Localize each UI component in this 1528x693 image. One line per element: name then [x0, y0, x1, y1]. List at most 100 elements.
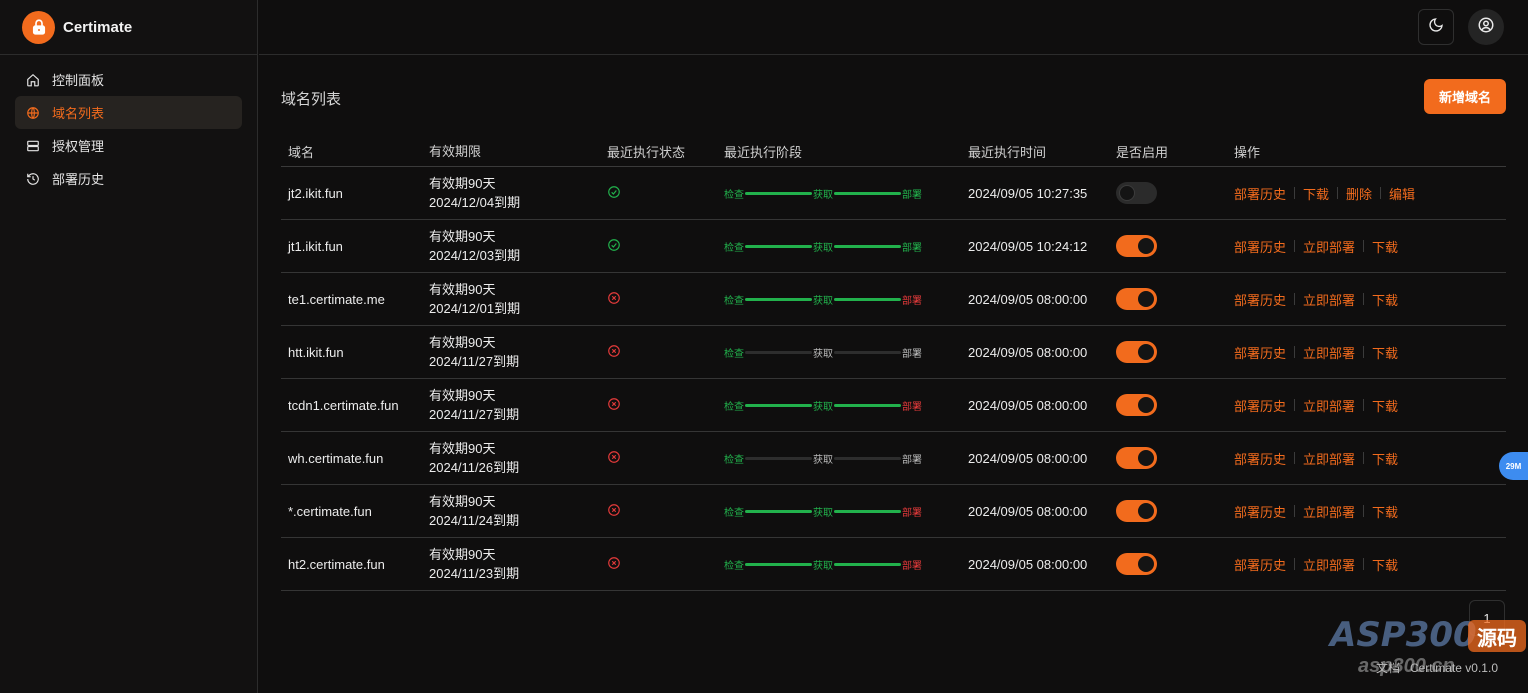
table-row: *.certimate.fun 有效期90天 2024/11/24到期 检查 获取 部署 2… [281, 485, 1506, 538]
validity-period: 有效期90天 [429, 547, 496, 562]
enable-toggle[interactable] [1116, 394, 1157, 416]
stage-label: 部署 [902, 560, 922, 572]
watermark-site: asp300.cn [1358, 655, 1455, 677]
enable-toggle[interactable] [1116, 447, 1157, 469]
enable-cell [1116, 500, 1234, 522]
row-action-link[interactable]: 立即部署 [1303, 343, 1355, 362]
sidebar-item-dashboard[interactable]: 控制面板 [15, 63, 242, 96]
watermark-logo: ASP300 [1330, 615, 1477, 655]
row-action-link[interactable]: 下载 [1372, 449, 1398, 468]
row-action-link[interactable]: 下载 [1372, 237, 1398, 256]
stage-connector [745, 244, 812, 248]
row-action-link[interactable]: 立即部署 [1303, 502, 1355, 521]
domain-cell: *.certimate.fun [288, 503, 372, 519]
domain-cell: te1.certimate.me [288, 291, 385, 307]
enable-toggle[interactable] [1116, 553, 1157, 575]
stage-connector [745, 297, 812, 301]
row-action-link[interactable]: 下载 [1372, 396, 1398, 415]
stage-cell: 检查 获取 部署 [724, 345, 968, 360]
floating-badge[interactable]: 29M [1499, 452, 1528, 480]
sidebar-item-history[interactable]: 部署历史 [15, 162, 242, 195]
time-cell: 2024/09/05 08:00:00 [968, 556, 1088, 572]
stage-label: 检查 [724, 348, 744, 360]
row-action-link[interactable]: 删除 [1346, 184, 1372, 203]
domain-cell: jt2.ikit.fun [288, 185, 343, 201]
stage-cell: 检查 获取 部署 [724, 504, 968, 519]
validity-period: 有效期90天 [429, 494, 496, 509]
validity-cell: 有效期90天 2024/12/03到期 [429, 227, 606, 265]
enable-toggle[interactable] [1116, 235, 1157, 257]
divider [1294, 293, 1296, 305]
row-action-link[interactable]: 立即部署 [1303, 290, 1355, 309]
row-action-link[interactable]: 编辑 [1389, 184, 1415, 203]
row-action-link[interactable]: 部署历史 [1234, 237, 1286, 256]
add-domain-button[interactable]: 新增域名 [1424, 79, 1506, 114]
stage-label: 部署 [902, 507, 922, 519]
theme-toggle-button[interactable] [1418, 9, 1454, 45]
table-body: jt2.ikit.fun 有效期90天 2024/12/04到期 检查 获取 部署 2024… [281, 167, 1506, 591]
stage-label: 获取 [813, 189, 833, 201]
row-action-link[interactable]: 下载 [1372, 555, 1398, 574]
row-action-link[interactable]: 部署历史 [1234, 555, 1286, 574]
row-action-link[interactable]: 立即部署 [1303, 237, 1355, 256]
divider [1363, 240, 1365, 252]
column-header: 域名 [288, 145, 315, 160]
divider [1363, 399, 1365, 411]
column-header: 是否启用 [1116, 145, 1169, 160]
row-action-link[interactable]: 部署历史 [1234, 449, 1286, 468]
x-circle-icon [607, 397, 621, 411]
stage-label: 部署 [902, 295, 922, 307]
x-circle-icon [607, 291, 621, 305]
row-action-link[interactable]: 立即部署 [1303, 555, 1355, 574]
time-cell: 2024/09/05 08:00:00 [968, 291, 1088, 307]
table-row: wh.certimate.fun 有效期90天 2024/11/26到期 检查 获取 部署… [281, 432, 1506, 485]
row-action-link[interactable]: 下载 [1372, 343, 1398, 362]
status-cell [606, 291, 724, 308]
domain-cell: jt1.ikit.fun [288, 238, 343, 254]
history-icon [25, 171, 41, 187]
expire-date: 2024/11/27到期 [429, 354, 520, 369]
table-row: jt2.ikit.fun 有效期90天 2024/12/04到期 检查 获取 部署 2024… [281, 167, 1506, 220]
enable-toggle[interactable] [1116, 288, 1157, 310]
row-action-link[interactable]: 下载 [1303, 184, 1329, 203]
stage-label: 获取 [813, 454, 833, 466]
user-menu-button[interactable] [1468, 9, 1504, 45]
row-action-link[interactable]: 部署历史 [1234, 290, 1286, 309]
x-circle-icon [607, 503, 621, 517]
sidebar-item-access[interactable]: 授权管理 [15, 129, 242, 162]
x-circle-icon [607, 344, 621, 358]
divider [1294, 399, 1296, 411]
row-action-link[interactable]: 立即部署 [1303, 396, 1355, 415]
time-cell: 2024/09/05 10:27:35 [968, 185, 1088, 201]
stage-progress: 检查 获取 部署 [724, 398, 922, 413]
row-action-link[interactable]: 下载 [1372, 502, 1398, 521]
row-action-link[interactable]: 部署历史 [1234, 184, 1286, 203]
row-action-link[interactable]: 部署历史 [1234, 502, 1286, 521]
enable-toggle[interactable] [1116, 500, 1157, 522]
row-action-link[interactable]: 立即部署 [1303, 449, 1355, 468]
row-action-link[interactable]: 部署历史 [1234, 396, 1286, 415]
sidebar-item-domains[interactable]: 域名列表 [15, 96, 242, 129]
validity-cell: 有效期90天 2024/11/23到期 [429, 545, 606, 583]
divider [1363, 346, 1365, 358]
validity-cell: 有效期90天 2024/12/01到期 [429, 280, 606, 318]
home-icon [25, 72, 41, 88]
expire-date: 2024/11/27到期 [429, 407, 520, 422]
enable-cell [1116, 553, 1234, 575]
validity-period: 有效期90天 [429, 282, 496, 297]
table-row: htt.ikit.fun 有效期90天 2024/11/27到期 检查 获取 部署 2024… [281, 326, 1506, 379]
stage-label: 部署 [902, 242, 922, 254]
validity-cell: 有效期90天 2024/12/04到期 [429, 174, 606, 212]
column-header: 最近执行阶段 [724, 145, 803, 160]
enable-toggle[interactable] [1116, 182, 1157, 204]
server-icon [25, 138, 41, 154]
divider [1294, 558, 1296, 570]
enable-toggle[interactable] [1116, 341, 1157, 363]
brand[interactable]: Certimate [0, 0, 257, 55]
row-action-link[interactable]: 部署历史 [1234, 343, 1286, 362]
stage-label: 获取 [813, 295, 833, 307]
row-action-link[interactable]: 下载 [1372, 290, 1398, 309]
validity-period: 有效期90天 [429, 388, 496, 403]
stage-label: 获取 [813, 242, 833, 254]
check-circle-icon [607, 185, 621, 199]
